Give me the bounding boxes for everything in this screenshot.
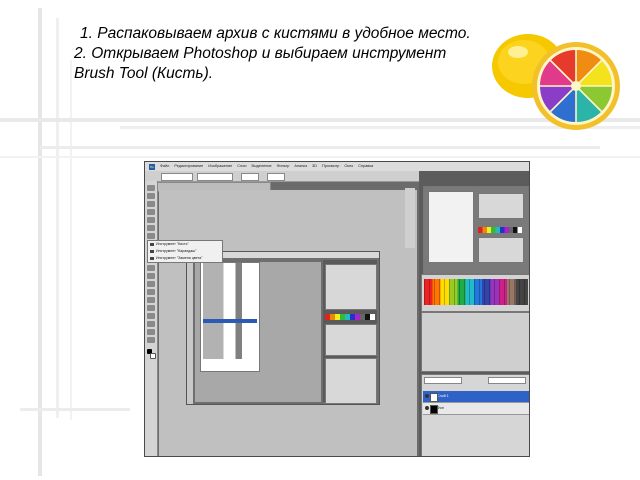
pen-tool-icon[interactable] — [147, 297, 155, 303]
layer-name: Фон — [437, 406, 444, 410]
blend-mode-select[interactable] — [424, 377, 462, 384]
gradient-tool-icon[interactable] — [147, 273, 155, 279]
flyout-item-pencil[interactable]: Инструмент "Карандаш" — [148, 248, 222, 255]
opacity-field[interactable] — [241, 173, 259, 181]
eyedropper-icon[interactable] — [147, 225, 155, 231]
menu-analysis[interactable]: Анализ — [294, 162, 307, 171]
frame-line — [20, 408, 130, 411]
layers-panel: Слой 1 Фон — [421, 374, 529, 456]
flyout-item-brush[interactable]: Инструмент "Кисть" — [148, 241, 222, 248]
menu-edit[interactable]: Редактирование — [174, 162, 203, 171]
mode-field[interactable] — [197, 173, 233, 181]
zoom-tool-icon[interactable] — [147, 337, 155, 343]
frame-line — [70, 60, 72, 420]
frame-line — [38, 8, 42, 476]
swatches-grid[interactable] — [424, 279, 528, 305]
menu-3d[interactable]: 3D — [312, 162, 317, 171]
marquee-tool-icon[interactable] — [147, 193, 155, 199]
brush-tool-flyout: Инструмент "Кисть" Инструмент "Карандаш"… — [147, 240, 223, 263]
slide-instructions: 1. Распаковываем архив с кистями в удобн… — [74, 24, 494, 84]
instruction-line-1: 1. Распаковываем архив с кистями в удобн… — [80, 25, 471, 42]
hand-tool-icon[interactable] — [147, 329, 155, 335]
menu-image[interactable]: Изображение — [208, 162, 232, 171]
menu-layers[interactable]: Слои — [237, 162, 246, 171]
blur-tool-icon[interactable] — [147, 281, 155, 287]
dodge-tool-icon[interactable] — [147, 289, 155, 295]
eraser-tool-icon[interactable] — [147, 265, 155, 271]
eye-icon[interactable] — [425, 394, 429, 398]
background-color-icon[interactable] — [150, 353, 156, 359]
menu-bar: Ps Файл Редактирование Изображение Слои … — [145, 162, 529, 171]
instruction-line-2: 2. Открываем Photoshop и выбираем инстру… — [74, 45, 447, 62]
menu-file[interactable]: Файл — [160, 162, 169, 171]
shape-tool-icon[interactable] — [147, 321, 155, 327]
magic-wand-icon[interactable] — [147, 209, 155, 215]
type-tool-icon[interactable] — [147, 305, 155, 311]
frame-line — [40, 146, 600, 149]
layer-thumbnail — [430, 393, 438, 402]
layer-row-background[interactable]: Фон — [423, 403, 529, 415]
move-tool-icon[interactable] — [147, 185, 155, 191]
menu-help[interactable]: Справка — [358, 162, 373, 171]
crop-tool-icon[interactable] — [147, 217, 155, 223]
path-select-icon[interactable] — [147, 313, 155, 319]
opacity-input[interactable] — [488, 377, 526, 384]
brush-presets-list[interactable] — [200, 262, 260, 372]
lemon-illustration — [492, 34, 620, 130]
layer-thumbnail — [430, 405, 438, 414]
instruction-line-3: Brush Tool (Кисть). — [74, 65, 214, 82]
eye-icon[interactable] — [425, 406, 429, 410]
flow-field[interactable] — [267, 173, 285, 181]
menu-window[interactable]: Окно — [344, 162, 353, 171]
adjustments-panel — [421, 312, 529, 372]
color-panel — [421, 274, 529, 312]
healing-tool-icon[interactable] — [147, 233, 155, 239]
frame-line — [56, 18, 59, 418]
photoshop-logo-icon: Ps — [149, 163, 155, 170]
brush-preset-field[interactable] — [161, 173, 193, 181]
toolbox — [145, 181, 158, 456]
layer-row-active[interactable]: Слой 1 — [423, 391, 529, 403]
lasso-tool-icon[interactable] — [147, 201, 155, 207]
navigator-panel — [423, 186, 529, 274]
panel-icons-strip — [405, 188, 415, 248]
menu-select[interactable]: Выделение — [251, 162, 271, 171]
flyout-item-color-replace[interactable]: Инструмент "Замена цвета" — [148, 255, 222, 262]
layer-name: Слой 1 — [437, 394, 449, 398]
menu-filter[interactable]: Фильтр — [277, 162, 290, 171]
frame-line — [0, 156, 640, 158]
menu-view[interactable]: Просмотр — [322, 162, 339, 171]
